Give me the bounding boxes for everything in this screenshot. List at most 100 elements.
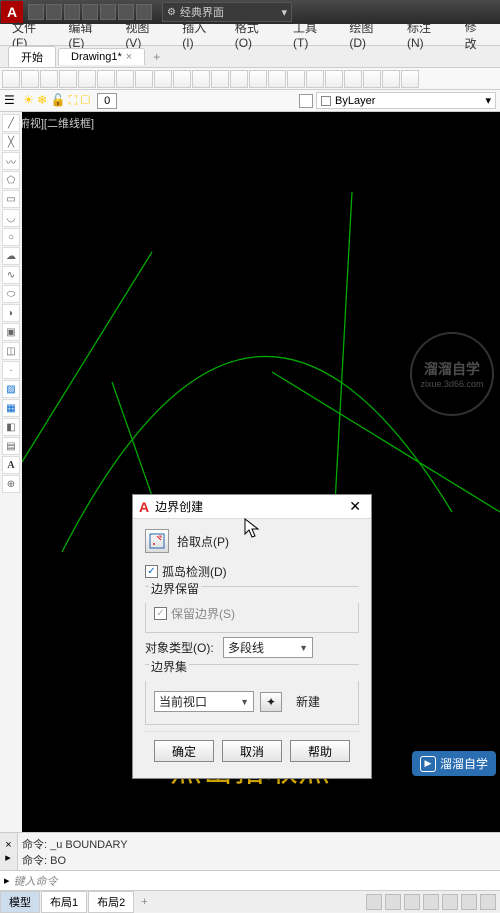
revcloud-icon[interactable]: ☁ (2, 247, 20, 265)
close-icon[interactable]: ✕ (345, 498, 365, 515)
color-swatch-icon[interactable] (299, 94, 313, 108)
ok-button[interactable]: 确定 (154, 740, 214, 762)
tb-match-icon[interactable] (173, 70, 191, 88)
standard-toolbar (0, 68, 500, 90)
tb-redo2-icon[interactable] (211, 70, 229, 88)
watermark: 溜溜自学 zixue.3d66.com (410, 332, 494, 416)
tb-open-icon[interactable] (21, 70, 39, 88)
tb-calc-icon[interactable] (401, 70, 419, 88)
boundary-retain-group-title: 边界保留 (149, 580, 201, 597)
object-type-select[interactable]: 多段线▼ (223, 637, 313, 658)
point-icon[interactable]: · (2, 361, 20, 379)
tb-save-icon[interactable] (40, 70, 58, 88)
status-more-icon[interactable] (480, 894, 496, 910)
status-lwt-icon[interactable] (461, 894, 477, 910)
tb-publish-icon[interactable] (97, 70, 115, 88)
layer-current[interactable]: 0 (97, 93, 117, 109)
app-badge-icon: A (139, 499, 149, 515)
tb-markup-icon[interactable] (382, 70, 400, 88)
dialog-titlebar[interactable]: A 边界创建 ✕ (133, 495, 371, 519)
close-tab-icon[interactable]: × (126, 51, 132, 63)
menu-modify[interactable]: 修改 (457, 16, 496, 54)
pick-points-button[interactable] (145, 529, 169, 553)
tb-paste-icon[interactable] (154, 70, 172, 88)
dialog-button-row: 确定 取消 帮助 (145, 731, 359, 772)
cmd-history-line: 命令: _u BOUNDARY (22, 836, 496, 852)
tb-props-icon[interactable] (306, 70, 324, 88)
tb-zoomprev-icon[interactable] (287, 70, 305, 88)
layer-state-icons[interactable]: ☀ ❄ 🔓 ⛶ ▢ (23, 93, 90, 108)
command-hint: 键入命令 (14, 873, 58, 889)
tb-new-icon[interactable] (2, 70, 20, 88)
circle-icon[interactable]: ○ (2, 228, 20, 246)
menu-tools[interactable]: 工具(T) (285, 17, 339, 52)
new-tab-button[interactable]: + (147, 50, 166, 64)
menu-edit[interactable]: 编辑(E) (60, 17, 115, 52)
table-icon[interactable]: ▤ (2, 437, 20, 455)
hatch-icon[interactable]: ▨ (2, 380, 20, 398)
prompt-icon: ▸ (4, 874, 10, 887)
boundary-dialog: A 边界创建 ✕ 拾取点(P) ✓ 孤岛检测(D) 边界保留 ✓ 保留边 (132, 494, 372, 779)
cmd-handle-icon[interactable]: ×▸ (0, 833, 18, 870)
status-bar: 模型 布局1 布局2 + (0, 890, 500, 912)
dialog-body: 拾取点(P) ✓ 孤岛检测(D) 边界保留 ✓ 保留边界(S) 对象类型(O): (133, 519, 371, 778)
cmd-history-line: 命令: BO (22, 852, 496, 868)
layer-manager-icon[interactable]: ☰ (4, 93, 20, 109)
xline-icon[interactable]: ╳ (2, 133, 20, 151)
block-icon[interactable]: ◫ (2, 342, 20, 360)
mtext-icon[interactable]: A (2, 456, 20, 474)
status-osnap-icon[interactable] (442, 894, 458, 910)
tab-drawing1[interactable]: Drawing1*× (58, 48, 145, 65)
tb-undo2-icon[interactable] (192, 70, 210, 88)
arc-icon[interactable]: ◡ (2, 209, 20, 227)
tb-tp-icon[interactable] (344, 70, 362, 88)
ellipsearc-icon[interactable]: ◗ (2, 304, 20, 322)
menu-dim[interactable]: 标注(N) (399, 17, 455, 52)
pick-new-button[interactable]: ✦ (260, 692, 282, 712)
cancel-button[interactable]: 取消 (222, 740, 282, 762)
tb-dc-icon[interactable] (325, 70, 343, 88)
tb-print-icon[interactable] (59, 70, 77, 88)
menu-insert[interactable]: 插入(I) (174, 17, 224, 52)
tb-pan-icon[interactable] (230, 70, 248, 88)
model-tab[interactable]: 模型 (0, 891, 40, 913)
gradient-icon[interactable]: ▦ (2, 399, 20, 417)
status-grid-icon[interactable] (366, 894, 382, 910)
status-polar-icon[interactable] (423, 894, 439, 910)
tb-preview-icon[interactable] (78, 70, 96, 88)
layout1-tab[interactable]: 布局1 (41, 891, 87, 913)
menu-format[interactable]: 格式(O) (227, 17, 283, 52)
ellipse-icon[interactable]: ⬭ (2, 285, 20, 303)
menu-draw[interactable]: 绘图(D) (341, 17, 397, 52)
drawing-area[interactable]: [-][俯视][二维线框] ╱ ╳ 〰 ⬠ ▭ ◡ ○ ☁ ∿ ⬭ ◗ ▣ ◫ … (0, 112, 500, 832)
polygon-icon[interactable]: ⬠ (2, 171, 20, 189)
status-snap-icon[interactable] (385, 894, 401, 910)
spline-icon[interactable]: ∿ (2, 266, 20, 284)
play-icon: ▶ (420, 756, 436, 772)
layout2-tab[interactable]: 布局2 (88, 891, 134, 913)
command-input[interactable]: ▸ 键入命令 (0, 870, 500, 890)
help-button[interactable]: 帮助 (290, 740, 350, 762)
addsel-icon[interactable]: ⊕ (2, 475, 20, 493)
island-detection-checkbox[interactable]: ✓ 孤岛检测(D) (145, 563, 359, 580)
rect-icon[interactable]: ▭ (2, 190, 20, 208)
tb-zoomwin-icon[interactable] (268, 70, 286, 88)
tb-zoom-icon[interactable] (249, 70, 267, 88)
retain-boundary-checkbox: ✓ 保留边界(S) (154, 605, 350, 622)
tb-copy-icon[interactable] (135, 70, 153, 88)
region-icon[interactable]: ◧ (2, 418, 20, 436)
pick-points-label: 拾取点(P) (177, 533, 229, 550)
status-ortho-icon[interactable] (404, 894, 420, 910)
object-type-label: 对象类型(O): (145, 639, 217, 656)
pline-icon[interactable]: 〰 (2, 152, 20, 170)
tb-sheet-icon[interactable] (363, 70, 381, 88)
brand-badge[interactable]: ▶ 溜溜自学 (412, 751, 496, 776)
line-icon[interactable]: ╱ (2, 114, 20, 132)
tb-cut-icon[interactable] (116, 70, 134, 88)
layer-color-combo[interactable]: ByLayer ▾ (316, 92, 496, 109)
add-layout-icon[interactable]: + (135, 896, 153, 908)
boundary-set-select[interactable]: 当前视口▼ (154, 691, 254, 712)
insert-icon[interactable]: ▣ (2, 323, 20, 341)
tab-start[interactable]: 开始 (8, 46, 56, 67)
menu-view[interactable]: 视图(V) (117, 17, 172, 52)
